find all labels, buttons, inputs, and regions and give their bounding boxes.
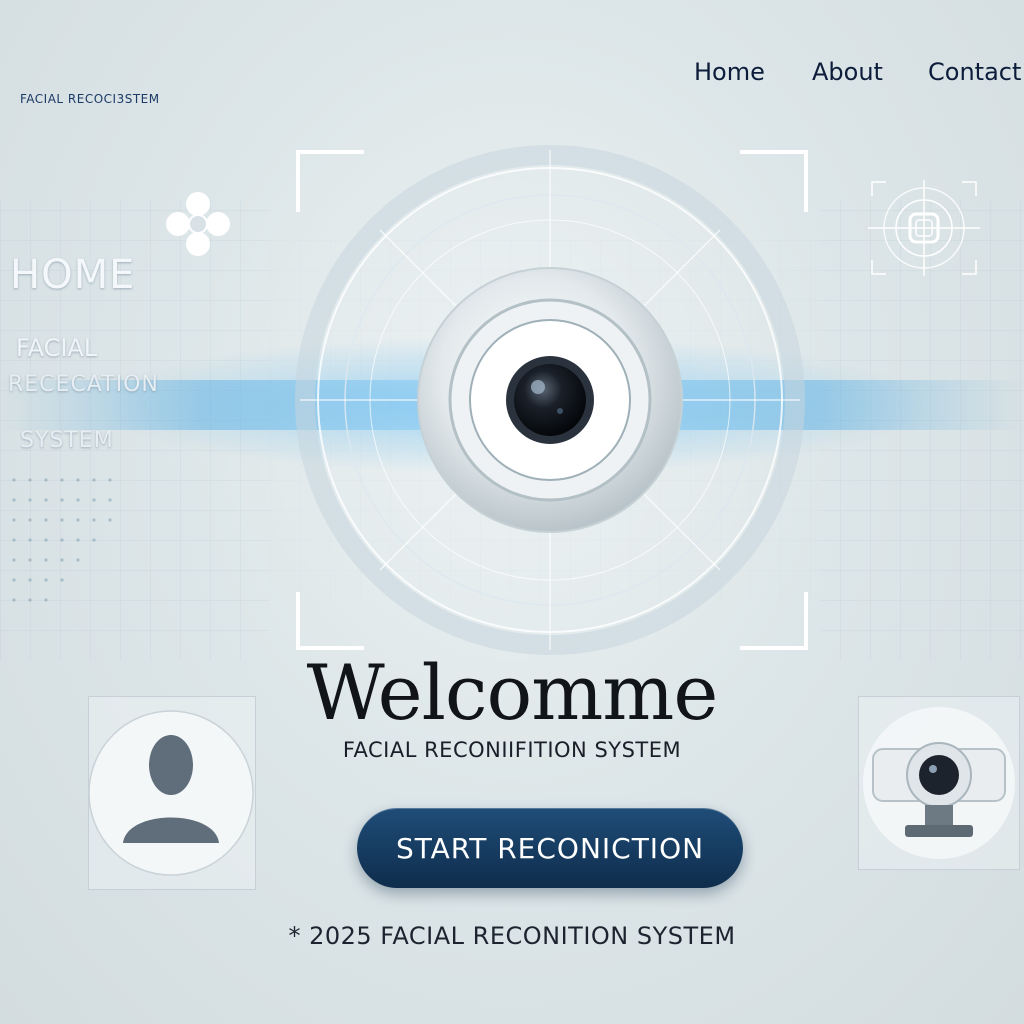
webcam-icon	[863, 707, 1015, 859]
nav-about[interactable]: About	[812, 58, 883, 86]
footer-copyright: * 2025 FACIAL RECONITION SYSTEM	[288, 922, 736, 950]
sidebar-home-heading: HOME	[10, 252, 136, 298]
flower-icon	[166, 192, 230, 256]
webcam-card	[858, 696, 1020, 870]
nav-contact[interactable]: Contact	[928, 58, 1021, 86]
camera-lens-icon	[417, 267, 683, 533]
brand-logo-text: FACIAL RECOCI3STEM	[20, 92, 160, 106]
scanner-target-icon	[868, 180, 980, 276]
start-recognition-label: START RECONICTION	[395, 831, 705, 865]
start-recognition-button[interactable]: START RECONICTION	[357, 808, 743, 888]
sidebar-title-line2: RECECATION	[8, 372, 159, 397]
user-avatar-icon	[88, 710, 254, 876]
user-card	[88, 696, 256, 890]
nav-home[interactable]: Home	[694, 58, 765, 86]
sidebar-title-line1: FACIAL	[16, 334, 98, 362]
sidebar-title-line3: SYSTEM	[20, 428, 114, 453]
